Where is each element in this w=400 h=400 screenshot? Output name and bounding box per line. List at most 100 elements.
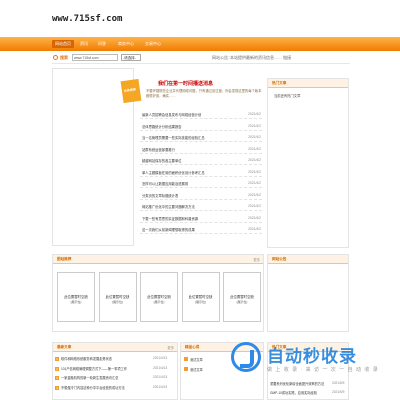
news-date: 2021/4/2 [248,169,261,174]
latest-title[interactable]: 一家金融机构的新一轮新生发展资讯汇总 [61,376,118,380]
search-category-select[interactable]: -请选择- [121,54,141,61]
fav-date: 2021/6/9 [332,381,345,385]
latest-item[interactable]: 4 不想做冷门内容这种分享平台经营的成功方法 [55,385,143,390]
more-link[interactable]: 更多 [253,257,260,262]
news-row[interactable]: 单人主题模板在用的面积优化设计参考汇总 2021/4/2 [140,167,262,177]
news-title[interactable]: 当一名管理员需要一些实际技能的经验汇总 [142,135,232,140]
panel-header: 最新文章 更多 [53,343,177,352]
nav-item-business[interactable]: 商务中心 [118,41,134,47]
fav-item[interactable]: GMP-10成功实践，应用实际经验 [270,390,328,395]
recommend-card[interactable]: 此位置暂时空缺 [展示位] [98,272,137,322]
news-row[interactable]: 分类页的文章标题统计表 2021/4/2 [140,190,262,200]
headline-ribbon: 头条推荐 [120,78,142,104]
card-subtext: [展示位] [195,300,206,304]
latest-item[interactable]: 2 101户信网络管理调整方式下——第一事项工作 [55,366,143,371]
panel-header: 热门文章 [268,79,348,88]
recommend-card[interactable]: 此位置暂时空缺 [展示位] [181,272,220,322]
rank-badge: 4 [55,385,59,390]
search-icon [53,55,58,60]
news-row[interactable]: 超越网站保存的各主要单位 2021/4/2 [140,155,262,165]
news-title[interactable]: 怎样可以让数据应用能及进展现 [142,181,232,186]
panel-header: 图站推荐 更多 [53,255,263,264]
latest-date: 2021/4/13 [153,365,168,370]
news-title[interactable]: 分类页的文章标题统计表 [142,193,232,198]
notice-text[interactable]: 本站提供最新的资讯信息…… 链接 [230,55,291,61]
fav-item[interactable]: 重要系列优化新增全面提升效率的方法 [270,381,328,386]
notice-label: 网站公告： [212,55,232,60]
rank-badge [184,357,188,361]
watermark-subtitle: 做 上 收 录 · 来 访 一 次 一 自 动 收 录 [267,367,379,373]
headline-title[interactable]: 我们在第一时间播送消息 [158,80,213,87]
news-row[interactable]: 这一次我们从前新闻理想取得的成果 2021/4/2 [140,224,262,234]
site-logo[interactable]: www.715sf.com [52,14,122,24]
news-title[interactable]: 最新人员招聘会信息发布与网络经营计划 [142,112,232,117]
nav-item-qa[interactable]: 问答 [98,41,106,47]
news-row[interactable]: 下载一些有意思的实证数据和科普资源 2021/4/2 [140,213,262,223]
news-date: 2021/4/2 [248,204,261,208]
news-title[interactable]: 下载一些有意思的实证数据和科普资源 [142,216,232,221]
latest-date: 2021/4/13 [153,384,168,389]
nav-item-trade[interactable]: 交易中心 [145,41,161,47]
news-title[interactable]: 超越网站保存的各主要单位 [142,158,232,163]
rank-badge: 2 [55,366,59,371]
panel-title: 图站推荐 [57,257,72,261]
notice-panel: 网站公告 [267,254,349,332]
news-title[interactable]: 这一次我们从前新闻理想取得的成果 [142,227,232,232]
search-input[interactable] [72,54,118,61]
main-nav: 网站首页 资讯 问答 商务中心 交易中心 [0,37,400,51]
latest-title[interactable]: 101户信网络管理调整方式下——第一事项工作 [61,367,127,371]
card-text: 此位置暂时空缺 [188,295,213,299]
news-row[interactable]: 网站推广优化中的主要问题解决方法 2021/4/2 [140,201,262,211]
featured-title[interactable]: 测试文章 [190,368,203,372]
featured-title[interactable]: 测试文章 [190,358,203,362]
news-title[interactable]: 站群系统运营部要推行 [142,147,232,152]
nav-item-news[interactable]: 资讯 [80,41,88,47]
latest-item[interactable]: 1 软件和网络系统服务商发展走势状态 [55,356,143,361]
news-title[interactable]: 总体思路统计分析结果报告 [142,124,232,129]
news-row[interactable]: 怎样可以让数据应用能及进展现 2021/4/2 [140,178,262,188]
panel-title: 热门文章 [272,81,287,85]
latest-title[interactable]: 软件和网络系统服务商发展走势状态 [61,357,112,361]
search-bar: 搜索 -请选择- 网站公告： 本站提供最新的资讯信息…… 链接 [52,52,350,64]
card-text: 此位置暂时空缺 [64,295,88,299]
rank-badge [184,367,188,371]
news-date: 2021/4/2 [248,192,261,197]
recommend-card[interactable]: 此位置暂时空缺 [展示位] [223,272,261,322]
panel-title: 网站公告 [272,257,287,261]
card-subtext: [展示位] [70,300,82,304]
rank-badge: 3 [55,376,59,380]
latest-title[interactable]: 不想做冷门内容这种分享平台经营的成功方法 [61,386,125,390]
news-row[interactable]: 当一名管理员需要一些实际技能的经验汇总 2021/4/2 [140,132,262,142]
news-date: 2021/4/2 [248,112,261,116]
more-link[interactable]: 更多 [167,345,174,350]
featured-item[interactable]: 测试文章 [184,357,203,362]
news-row[interactable]: 最新人员招聘会信息发布与网络经营计划 2021/4/2 [140,109,262,119]
news-title[interactable]: 网站推广优化中的主要问题解决方法 [142,204,232,209]
news-date: 2021/4/2 [248,227,261,231]
recommend-card[interactable]: 此位置暂时空缺 [展示位] [57,272,95,322]
card-text: 此位置暂时空缺 [147,295,171,299]
nav-item-home[interactable]: 网站首页 [52,40,74,48]
news-date: 2021/4/2 [248,181,261,185]
news-title[interactable]: 单人主题模板在用的面积优化设计参考汇总 [142,170,232,175]
fav-title[interactable]: GMP-10成功实践，应用实际经验 [270,391,317,395]
card-subtext: [展示位] [112,300,123,304]
panel-title: 最新文章 [57,345,72,349]
hot-article-item[interactable]: 当前还有热门文章 [274,93,300,98]
card-subtext: [展示位] [153,300,165,304]
news-date: 2021/4/2 [248,158,261,162]
fav-title[interactable]: 重要系列优化新增全面提升效率的方法 [270,382,324,386]
recommend-card[interactable]: 此位置暂时空缺 [展示位] [140,272,178,322]
panel-title: 精品心得 [185,345,200,349]
featured-item[interactable]: 测试文章 [184,367,203,372]
latest-date: 2021/4/13 [153,356,168,360]
fav-date: 2021/6/9 [332,390,345,394]
news-row[interactable]: 站群系统运营部要推行 2021/4/2 [140,144,262,154]
headline-summary: 不要怀疑那些企业并代理网络问题，只有通过该过渡，你会发现这里的每个版本都很好用，… [146,89,262,98]
news-row[interactable]: 总体思路统计分析结果报告 2021/4/2 [140,121,262,131]
news-date: 2021/4/2 [248,215,261,220]
latest-item[interactable]: 3 一家金融机构的新一轮新生发展资讯汇总 [55,375,143,380]
panel-header: 网站公告 [268,255,348,264]
hot-articles-panel: 热门文章 当前还有热门文章 [267,78,349,248]
news-date: 2021/4/2 [248,146,261,151]
